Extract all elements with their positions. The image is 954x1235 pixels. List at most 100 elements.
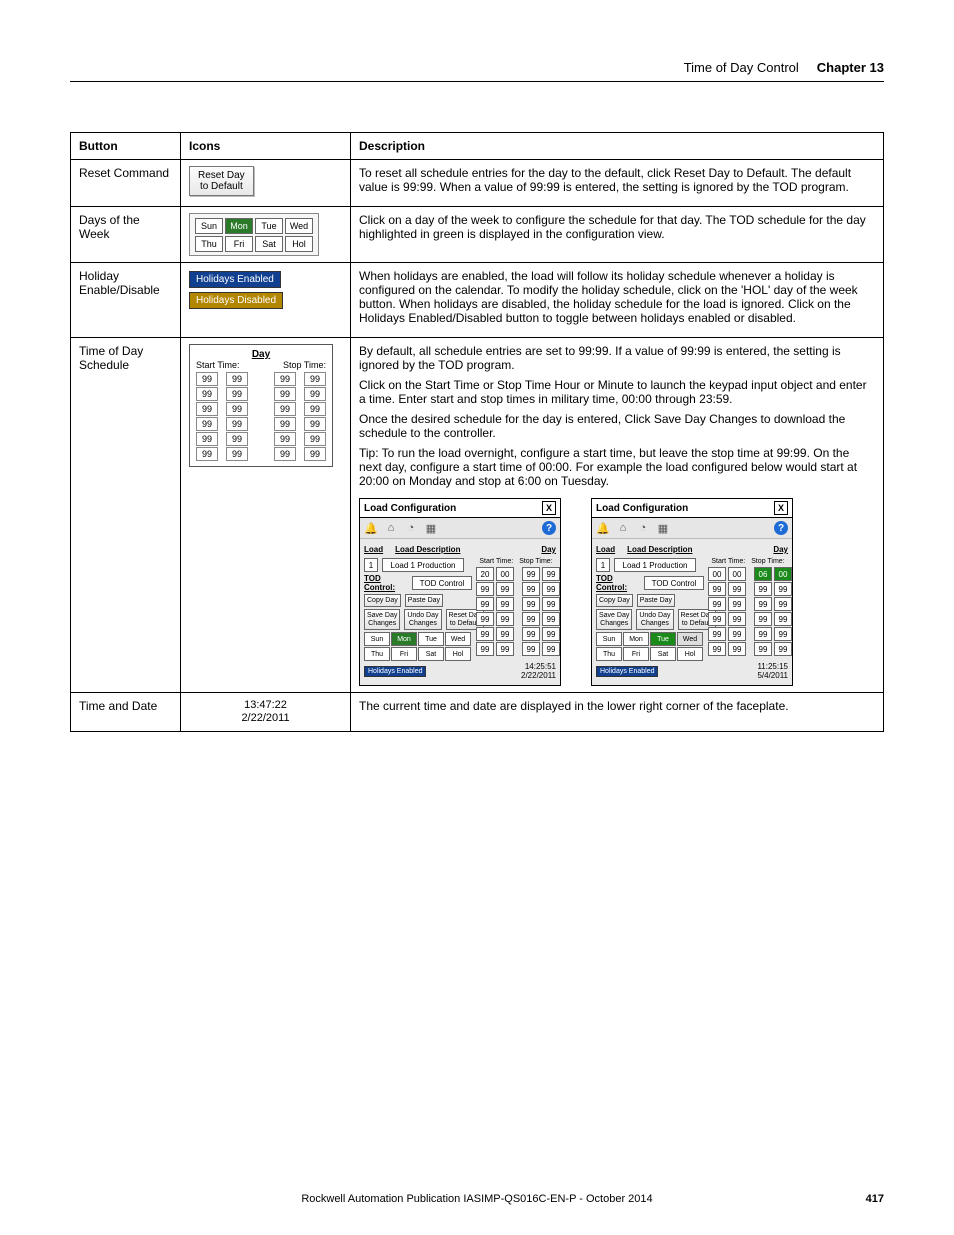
clock-icon[interactable]: ◔ xyxy=(636,521,650,535)
faceplate-day-hol[interactable]: Hol xyxy=(445,647,471,661)
faceplate-day-tue[interactable]: Tue xyxy=(650,632,676,646)
faceplate-day-sun[interactable]: Sun xyxy=(364,632,390,646)
faceplate-schedule-cell[interactable]: 99 xyxy=(496,642,514,656)
copy-day-button[interactable]: Copy Day xyxy=(364,594,401,607)
load-description-field[interactable]: Load 1 Production xyxy=(614,558,696,572)
load-number-field[interactable]: 1 xyxy=(596,558,610,572)
faceplate-schedule-cell[interactable]: 99 xyxy=(754,612,772,626)
tod-control-field[interactable]: TOD Control xyxy=(412,576,472,590)
faceplate-day-fri[interactable]: Fri xyxy=(391,647,417,661)
faceplate-schedule-cell[interactable]: 20 xyxy=(476,567,494,581)
faceplate-schedule-cell[interactable]: 99 xyxy=(728,597,746,611)
faceplate-schedule-cell[interactable]: 99 xyxy=(496,582,514,596)
faceplate-schedule-cell[interactable]: 99 xyxy=(708,582,726,596)
close-icon[interactable]: X xyxy=(774,501,788,515)
day-fri[interactable]: Fri xyxy=(225,236,253,252)
faceplate-schedule-cell[interactable]: 99 xyxy=(522,567,540,581)
schedule-cell[interactable]: 99 xyxy=(274,387,296,401)
reset-day-button[interactable]: Reset Day to Default xyxy=(189,166,254,196)
faceplate-day-thu[interactable]: Thu xyxy=(596,647,622,661)
clock-icon[interactable]: ◔ xyxy=(404,521,418,535)
schedule-cell[interactable]: 99 xyxy=(226,402,248,416)
schedule-cell[interactable]: 99 xyxy=(196,372,218,386)
schedule-cell[interactable]: 99 xyxy=(196,447,218,461)
save-day-button[interactable]: Save Day Changes xyxy=(596,609,632,630)
faceplate-schedule-cell[interactable]: 99 xyxy=(774,597,792,611)
schedule-cell[interactable]: 99 xyxy=(304,372,326,386)
faceplate-schedule-cell[interactable]: 99 xyxy=(754,597,772,611)
load-description-field[interactable]: Load 1 Production xyxy=(382,558,464,572)
help-icon[interactable]: ? xyxy=(774,521,788,535)
faceplate-schedule-cell[interactable]: 99 xyxy=(754,582,772,596)
schedule-cell[interactable]: 99 xyxy=(196,402,218,416)
day-hol[interactable]: Hol xyxy=(285,236,313,252)
faceplate-schedule-cell[interactable]: 99 xyxy=(476,612,494,626)
faceplate-schedule-cell[interactable]: 99 xyxy=(542,567,560,581)
faceplate-schedule-cell[interactable]: 00 xyxy=(774,567,792,581)
schedule-cell[interactable]: 99 xyxy=(274,402,296,416)
faceplate-day-sat[interactable]: Sat xyxy=(418,647,444,661)
schedule-cell[interactable]: 99 xyxy=(274,447,296,461)
faceplate-schedule-cell[interactable]: 99 xyxy=(774,612,792,626)
faceplate-schedule-cell[interactable]: 99 xyxy=(708,642,726,656)
schedule-cell[interactable]: 99 xyxy=(304,387,326,401)
schedule-cell[interactable]: 99 xyxy=(274,372,296,386)
faceplate-schedule-cell[interactable]: 99 xyxy=(728,582,746,596)
schedule-cell[interactable]: 99 xyxy=(196,417,218,431)
schedule-cell[interactable]: 99 xyxy=(226,417,248,431)
faceplate-schedule-cell[interactable]: 99 xyxy=(728,612,746,626)
faceplate-schedule-cell[interactable]: 99 xyxy=(774,582,792,596)
faceplate-schedule-cell[interactable]: 99 xyxy=(522,597,540,611)
schedule-cell[interactable]: 99 xyxy=(304,417,326,431)
faceplate-schedule-cell[interactable]: 99 xyxy=(542,582,560,596)
bell-icon[interactable]: 🔔 xyxy=(596,521,610,535)
undo-day-button[interactable]: Undo Day Changes xyxy=(404,609,441,630)
day-mon[interactable]: Mon xyxy=(225,218,253,234)
load-number-field[interactable]: 1 xyxy=(364,558,378,572)
day-sun[interactable]: Sun xyxy=(195,218,223,234)
faceplate-day-hol[interactable]: Hol xyxy=(677,647,703,661)
help-icon[interactable]: ? xyxy=(542,521,556,535)
home-icon[interactable]: ⌂ xyxy=(616,521,630,535)
faceplate-schedule-cell[interactable]: 99 xyxy=(496,597,514,611)
faceplate-schedule-cell[interactable]: 99 xyxy=(522,612,540,626)
bell-icon[interactable]: 🔔 xyxy=(364,521,378,535)
faceplate-day-wed[interactable]: Wed xyxy=(677,632,703,646)
schedule-cell[interactable]: 99 xyxy=(226,447,248,461)
calendar-icon[interactable]: ▦ xyxy=(424,521,438,535)
faceplate-schedule-cell[interactable]: 99 xyxy=(476,642,494,656)
faceplate-schedule-cell[interactable]: 99 xyxy=(542,597,560,611)
faceplate-schedule-cell[interactable]: 99 xyxy=(774,627,792,641)
schedule-cell[interactable]: 99 xyxy=(196,432,218,446)
faceplate-day-thu[interactable]: Thu xyxy=(364,647,390,661)
faceplate-schedule-cell[interactable]: 99 xyxy=(496,627,514,641)
day-wed[interactable]: Wed xyxy=(285,218,313,234)
faceplate-schedule-cell[interactable]: 99 xyxy=(542,612,560,626)
holidays-enabled-button[interactable]: Holidays Enabled xyxy=(189,271,281,288)
faceplate-schedule-cell[interactable]: 06 xyxy=(754,567,772,581)
faceplate-schedule-cell[interactable]: 99 xyxy=(522,582,540,596)
faceplate-day-wed[interactable]: Wed xyxy=(445,632,471,646)
faceplate-schedule-cell[interactable]: 99 xyxy=(708,612,726,626)
faceplate-day-tue[interactable]: Tue xyxy=(418,632,444,646)
schedule-cell[interactable]: 99 xyxy=(196,387,218,401)
faceplate-schedule-cell[interactable]: 99 xyxy=(728,627,746,641)
faceplate-schedule-cell[interactable]: 00 xyxy=(728,567,746,581)
faceplate-schedule-cell[interactable]: 99 xyxy=(476,597,494,611)
day-thu[interactable]: Thu xyxy=(195,236,223,252)
schedule-cell[interactable]: 99 xyxy=(274,432,296,446)
home-icon[interactable]: ⌂ xyxy=(384,521,398,535)
schedule-cell[interactable]: 99 xyxy=(304,447,326,461)
schedule-cell[interactable]: 99 xyxy=(226,372,248,386)
faceplate-schedule-cell[interactable]: 99 xyxy=(708,597,726,611)
faceplate-schedule-cell[interactable]: 99 xyxy=(542,627,560,641)
faceplate-schedule-cell[interactable]: 99 xyxy=(522,642,540,656)
schedule-cell[interactable]: 99 xyxy=(304,402,326,416)
faceplate-schedule-cell[interactable]: 99 xyxy=(754,627,772,641)
undo-day-button[interactable]: Undo Day Changes xyxy=(636,609,673,630)
faceplate-day-sun[interactable]: Sun xyxy=(596,632,622,646)
holidays-disabled-button[interactable]: Holidays Disabled xyxy=(189,292,283,309)
schedule-cell[interactable]: 99 xyxy=(226,432,248,446)
faceplate-schedule-cell[interactable]: 99 xyxy=(728,642,746,656)
faceplate-holidays-enabled-button[interactable]: Holidays Enabled xyxy=(364,666,426,677)
